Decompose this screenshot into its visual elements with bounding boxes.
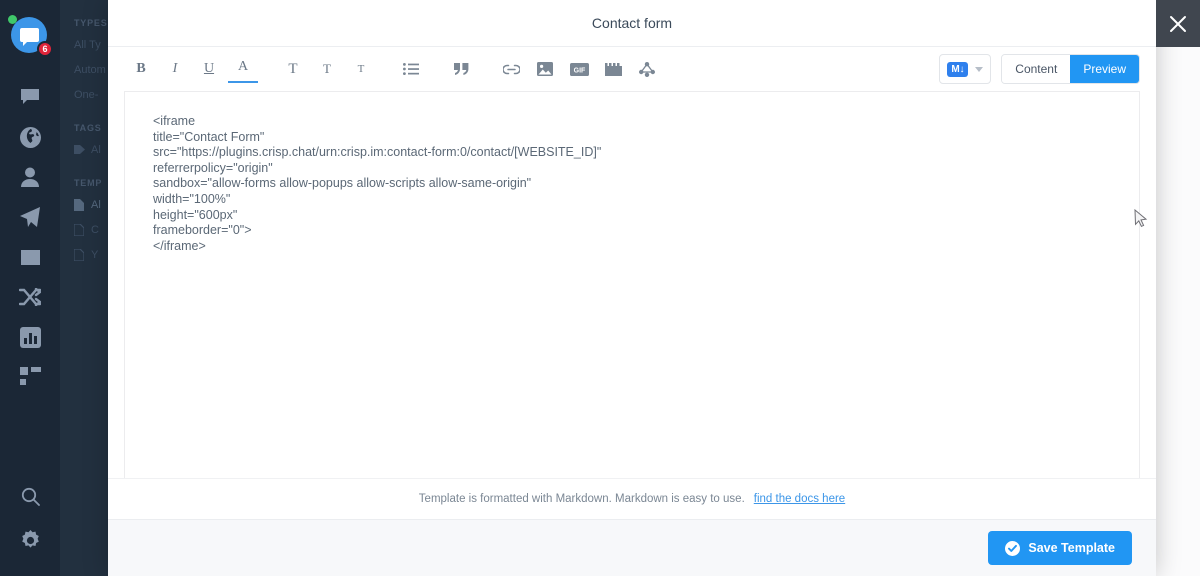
markdown-mode-dropdown[interactable]: M↓ (939, 54, 992, 84)
tag-icon (74, 144, 85, 156)
editor-content: <iframe title="Contact Form" src="https:… (153, 114, 602, 253)
list-item-label: C (91, 224, 99, 236)
divider (74, 169, 108, 178)
list-item[interactable]: One- (74, 89, 108, 101)
bold-icon[interactable]: B (124, 54, 158, 84)
save-template-label: Save Template (1028, 541, 1115, 555)
gear-icon (21, 529, 39, 548)
toolbar-right-controls: M↓ Content Preview (939, 54, 1140, 84)
sidebar-item-contacts[interactable] (0, 157, 60, 197)
list-item[interactable]: Al (74, 199, 108, 211)
sidebar-item-helpdesk[interactable] (0, 237, 60, 277)
list-section-label: TYPES (74, 18, 108, 28)
sidebar-item-apps[interactable] (0, 357, 60, 397)
svg-text:GIF: GIF (573, 67, 585, 74)
globe-icon (19, 126, 41, 148)
shuffle-icon (19, 288, 41, 306)
heading-small-icon[interactable]: T (344, 54, 378, 84)
save-template-button[interactable]: Save Template (988, 531, 1132, 565)
heading-large-icon[interactable]: T (276, 54, 310, 84)
list-item-label: Y (91, 249, 99, 261)
template-editor[interactable]: <iframe title="Contact Form" src="https:… (124, 91, 1140, 478)
sidebar-item-analytics[interactable] (0, 317, 60, 357)
toolbar-group-insert: GIF (494, 54, 664, 84)
quote-icon[interactable] (444, 54, 478, 84)
list-item[interactable]: Al (74, 144, 108, 156)
italic-icon[interactable]: I (158, 54, 192, 84)
document-icon (74, 199, 85, 211)
list-item[interactable]: Autom (74, 64, 108, 76)
link-icon[interactable] (494, 54, 528, 84)
divider (74, 114, 108, 123)
list-item[interactable]: C (73, 223, 108, 237)
image-icon[interactable] (528, 54, 562, 84)
editor-container: <iframe title="Contact Form" src="https:… (108, 91, 1156, 478)
modal-header: Contact form (108, 0, 1156, 47)
markdown-badge: M↓ (947, 61, 969, 77)
book-icon (20, 249, 40, 265)
modal-action-bar: Save Template (108, 519, 1156, 576)
close-icon (1170, 15, 1186, 32)
document-icon (73, 248, 85, 262)
sidebar-bottom-nav (0, 474, 60, 562)
unread-badge: 6 (37, 41, 53, 57)
sidebar-item-search[interactable] (0, 474, 60, 518)
close-modal-button[interactable] (1156, 0, 1200, 47)
list-item[interactable]: Y (73, 248, 108, 262)
heading-medium-icon[interactable]: T (310, 54, 344, 84)
paper-plane-icon (20, 207, 40, 227)
markdown-hint-bar: Template is formatted with Markdown. Mar… (108, 478, 1156, 519)
list-icon[interactable] (394, 54, 428, 84)
toolbar-group-headings: T T T (276, 54, 378, 84)
docs-link[interactable]: find the docs here (754, 493, 845, 505)
grid-icon (19, 366, 41, 385)
video-icon[interactable] (596, 54, 630, 84)
editor-toolbar: B I U A T T T GIF M↓ Content Preview (108, 47, 1156, 91)
toolbar-group-blocks (394, 54, 478, 84)
template-editor-modal: Contact form B I U A T T T GIF M↓ Conten… (108, 0, 1156, 576)
tab-content[interactable]: Content (1002, 55, 1071, 83)
sidebar-item-plugins[interactable] (0, 277, 60, 317)
view-mode-toggle: Content Preview (1001, 54, 1140, 84)
sidebar-item-visitors[interactable] (0, 117, 60, 157)
list-section-label: TEMP (74, 178, 103, 188)
sidebar-item-campaigns[interactable] (0, 197, 60, 237)
sidebar-item-conversations[interactable] (0, 77, 60, 117)
chevron-down-icon (975, 66, 984, 72)
bar-chart-icon (19, 326, 41, 348)
list-item-label: Al (91, 144, 101, 156)
chat-bubble-icon (21, 89, 39, 104)
underline-icon[interactable]: U (192, 54, 226, 84)
sidebar-item-settings[interactable] (0, 518, 60, 562)
markdown-hint-text: Template is formatted with Markdown. Mar… (418, 493, 745, 505)
tab-preview[interactable]: Preview (1070, 55, 1139, 83)
bubble-shape (19, 28, 39, 46)
person-icon (21, 167, 39, 187)
online-dot-icon (8, 15, 17, 24)
template-list-panel: TYPES All Ty Autom One- TAGS Al TEMP Al … (60, 0, 108, 576)
check-circle-icon (1005, 540, 1021, 556)
toolbar-group-format: B I U A (124, 54, 260, 84)
screen: 6 TYPES All Ty Autom One- TAGS Al TEMP A… (0, 0, 1200, 576)
workspace-logo[interactable]: 6 (8, 15, 53, 57)
page-title: Contact form (591, 15, 673, 31)
modal-body: B I U A T T T GIF M↓ Content Preview <if… (108, 47, 1156, 576)
list-section-label: TAGS (74, 123, 102, 133)
shortcut-icon[interactable] (630, 54, 664, 84)
search-icon (21, 487, 40, 506)
list-item-label: Al (91, 199, 101, 211)
document-icon (73, 223, 85, 237)
list-item[interactable]: All Ty (74, 39, 108, 51)
sidebar-rail: 6 (0, 0, 60, 576)
text-color-icon[interactable]: A (226, 54, 260, 84)
sidebar-nav (0, 77, 60, 397)
gif-icon[interactable]: GIF (562, 54, 596, 84)
